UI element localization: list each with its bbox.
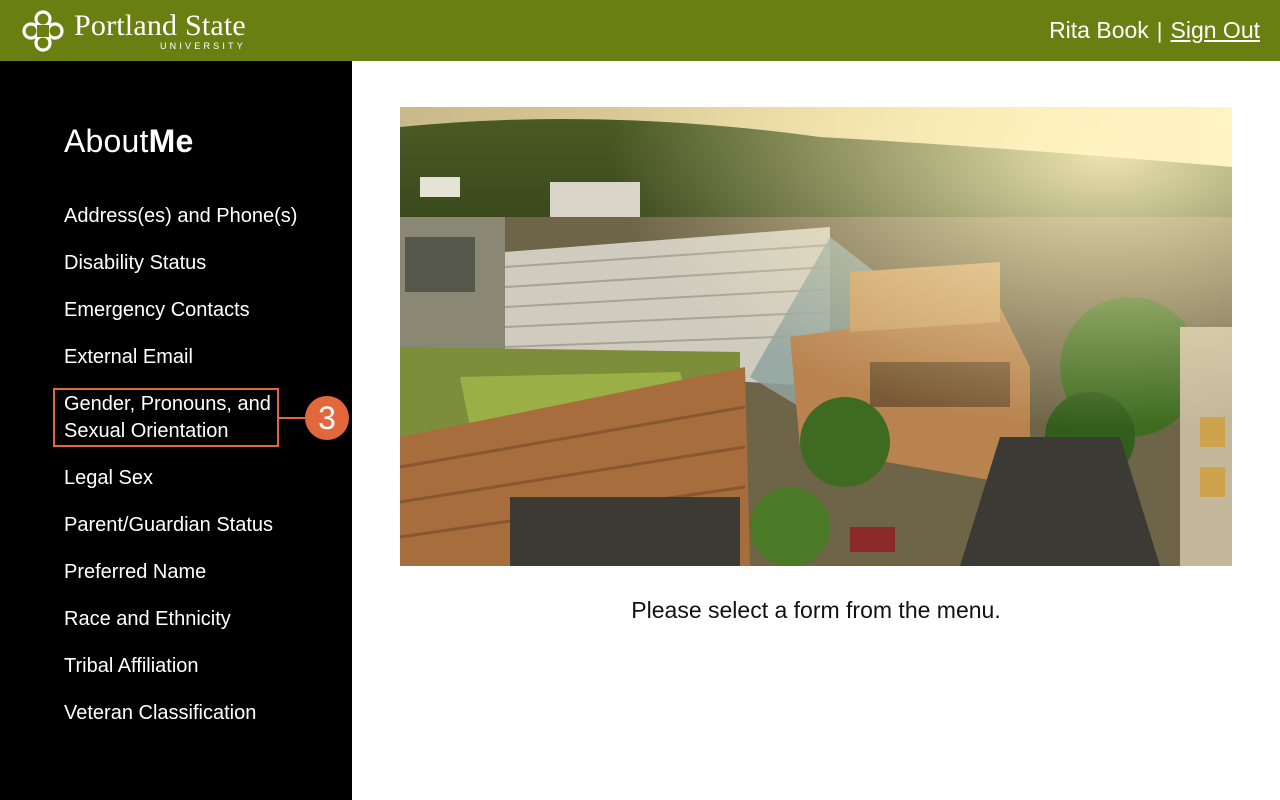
main-content: Please select a form from the menu.: [352, 61, 1280, 800]
user-name: Rita Book: [1049, 17, 1149, 43]
sidebar-item-veteran-classification[interactable]: Veteran Classification: [64, 700, 334, 727]
sidebar-title-bold: Me: [148, 123, 194, 159]
highlight-box: [53, 388, 279, 447]
campus-photo-illustration: [400, 107, 1232, 566]
sidebar-nav: Address(es) and Phone(s) Disability Stat…: [64, 203, 334, 747]
sidebar-item-race-ethnicity[interactable]: Race and Ethnicity: [64, 606, 334, 633]
select-form-prompt: Please select a form from the menu.: [631, 597, 1001, 623]
top-header: Portland State UNIVERSITY Rita Book | Si…: [0, 0, 1280, 61]
sidebar-item-disability-status[interactable]: Disability Status: [64, 250, 334, 277]
brand-subtitle: UNIVERSITY: [159, 40, 246, 51]
sidebar-item-emergency-contacts[interactable]: Emergency Contacts: [64, 297, 334, 324]
sidebar-item-tribal-affiliation[interactable]: Tribal Affiliation: [64, 653, 334, 680]
sidebar-title: AboutMe: [64, 123, 193, 160]
sidebar-item-parent-guardian[interactable]: Parent/Guardian Status: [64, 512, 334, 539]
sidebar: AboutMe Address(es) and Phone(s) Disabil…: [0, 61, 352, 800]
sidebar-title-light: About: [64, 123, 149, 159]
campus-aerial-photo: [400, 107, 1232, 566]
psu-logo-icon: [22, 9, 64, 52]
sidebar-item-external-email[interactable]: External Email: [64, 344, 334, 371]
sidebar-item-address-phone[interactable]: Address(es) and Phone(s): [64, 203, 334, 230]
sign-out-link[interactable]: Sign Out: [1171, 17, 1261, 44]
sidebar-item-preferred-name[interactable]: Preferred Name: [64, 559, 334, 586]
user-area: Rita Book | Sign Out: [1049, 17, 1260, 44]
callout-step-badge: 3: [305, 396, 349, 440]
callout-connector: [279, 417, 305, 419]
sidebar-item-legal-sex[interactable]: Legal Sex: [64, 465, 334, 492]
brand-name: Portland State: [74, 8, 246, 42]
psu-logo-link[interactable]: Portland State UNIVERSITY: [20, 8, 246, 54]
user-separator: |: [1156, 17, 1163, 43]
